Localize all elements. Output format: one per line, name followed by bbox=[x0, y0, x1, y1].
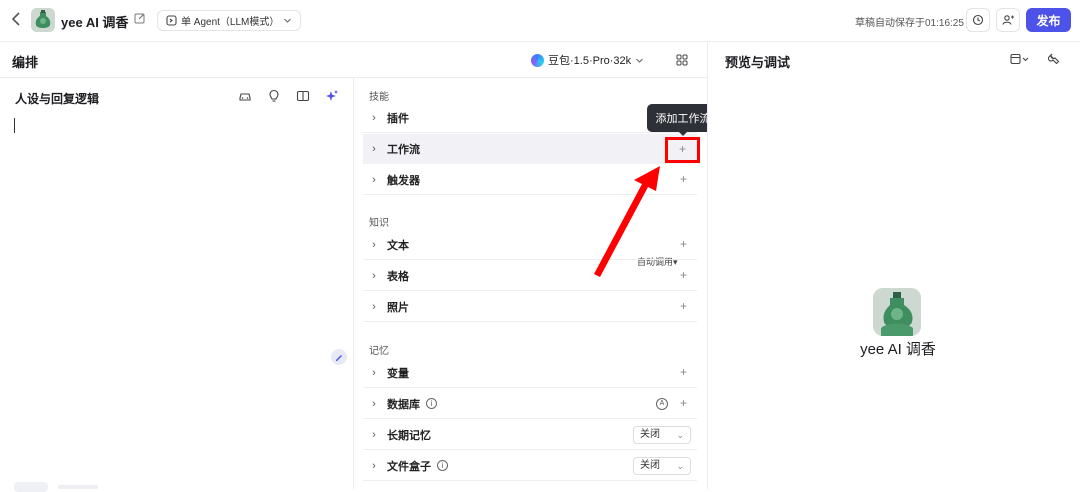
persona-title: 人设与回复逻辑 bbox=[15, 92, 100, 106]
plus-icon[interactable]: + bbox=[680, 172, 687, 186]
persona-panel: 人设与回复逻辑 bbox=[0, 78, 354, 492]
history-button[interactable] bbox=[966, 8, 990, 32]
publish-button[interactable]: 发布 bbox=[1026, 8, 1071, 32]
chevron-right-icon: › bbox=[372, 269, 376, 282]
plus-icon[interactable]: + bbox=[680, 268, 687, 282]
row-label: 文件盒子 bbox=[387, 460, 431, 473]
history-icon bbox=[972, 14, 984, 26]
agent-mode-label: 单 Agent（LLM模式） bbox=[181, 17, 280, 28]
edit-icon[interactable] bbox=[134, 12, 148, 26]
chevron-right-icon: › bbox=[372, 142, 376, 155]
filebox-select[interactable]: 关闭 ⌄ bbox=[633, 457, 691, 475]
text-cursor[interactable] bbox=[14, 118, 15, 133]
chevron-right-icon: › bbox=[372, 366, 376, 379]
row-label: 长期记忆 bbox=[387, 429, 431, 442]
footer-line bbox=[58, 485, 98, 489]
model-logo-icon bbox=[531, 53, 544, 67]
plus-icon[interactable]: + bbox=[680, 299, 687, 313]
preview-bot-avatar bbox=[873, 288, 921, 336]
preview-bot-name: yee AI 调香 bbox=[860, 341, 936, 358]
row-label: 触发器 bbox=[387, 174, 420, 187]
plus-icon[interactable]: + bbox=[680, 237, 687, 251]
calendar-icon[interactable] bbox=[1010, 53, 1030, 68]
add-workflow-plus-icon[interactable]: + bbox=[679, 142, 686, 156]
wrench-icon[interactable] bbox=[1047, 53, 1060, 68]
grid-icon[interactable] bbox=[676, 53, 688, 66]
knowledge-group-title: 知识 bbox=[369, 218, 389, 229]
row-label: 文本 bbox=[387, 239, 409, 252]
chevron-right-icon: › bbox=[372, 238, 376, 251]
memory-row-database[interactable]: › 数据库 i A + bbox=[363, 389, 697, 419]
row-label: 变量 bbox=[387, 367, 409, 380]
annotation-arrow bbox=[594, 166, 660, 277]
chevron-right-icon: › bbox=[372, 428, 376, 441]
skills-panel: 技能 › 插件 + › 工作流 › 触发器 + 知识 自动调用▾ › 文本 + … bbox=[354, 78, 707, 489]
plus-icon[interactable]: + bbox=[680, 365, 687, 379]
sparkle-icon[interactable] bbox=[325, 89, 339, 103]
model-label: 豆包·1.5·Pro·32k bbox=[548, 55, 632, 67]
chevron-right-icon: › bbox=[372, 397, 376, 410]
memory-row-filebox[interactable]: › 文件盒子 i 关闭 ⌄ bbox=[363, 451, 697, 481]
row-label: 插件 bbox=[387, 112, 409, 125]
chevron-right-icon: › bbox=[372, 300, 376, 313]
agent-icon bbox=[166, 15, 177, 26]
info-icon[interactable]: i bbox=[426, 398, 437, 409]
row-label: 数据库 bbox=[387, 398, 420, 411]
agent-mode-select[interactable]: 单 Agent（LLM模式） bbox=[157, 10, 302, 31]
model-select[interactable]: 豆包·1.5·Pro·32k bbox=[531, 52, 644, 68]
row-label: 照片 bbox=[387, 301, 409, 314]
auto-badge[interactable]: A bbox=[656, 398, 668, 410]
footer-pill bbox=[14, 482, 48, 492]
row-label: 表格 bbox=[387, 270, 409, 283]
persona-toolbar bbox=[238, 89, 339, 103]
row-label: 工作流 bbox=[387, 143, 420, 156]
longterm-memory-select[interactable]: 关闭 ⌄ bbox=[633, 426, 691, 444]
editor-title: 编排 bbox=[12, 55, 39, 70]
memory-row-variables[interactable]: › 变量 + bbox=[363, 358, 697, 388]
bot-avatar[interactable] bbox=[31, 8, 55, 32]
users-icon bbox=[1001, 15, 1014, 25]
knowledge-row-photo[interactable]: › 照片 + bbox=[363, 292, 697, 322]
chevron-down-icon bbox=[636, 58, 644, 63]
chevron-down-icon: ⌄ bbox=[676, 430, 684, 440]
preview-panel: 预览与调试 yee AI 调香 bbox=[707, 42, 1080, 489]
top-bar: yee AI 调香 单 Agent（LLM模式） 草稿自动保存于01:16:25… bbox=[0, 0, 1080, 42]
chevron-down-icon bbox=[284, 18, 292, 23]
plus-icon[interactable]: + bbox=[680, 396, 687, 410]
memory-row-longterm[interactable]: › 长期记忆 关闭 ⌄ bbox=[363, 420, 697, 450]
prompt-edit-icon[interactable] bbox=[331, 349, 347, 365]
bulb-icon[interactable] bbox=[267, 89, 281, 103]
autosave-status: 草稿自动保存于01:16:25 bbox=[855, 18, 964, 29]
editor-header: 编排 豆包·1.5·Pro·32k bbox=[0, 42, 707, 78]
select-value: 关闭 bbox=[640, 429, 660, 440]
chevron-down-icon: ⌄ bbox=[676, 461, 684, 471]
split-icon[interactable] bbox=[296, 89, 310, 103]
skills-group-title: 技能 bbox=[369, 92, 389, 103]
select-value: 关闭 bbox=[640, 460, 660, 471]
chevron-right-icon: › bbox=[372, 111, 376, 124]
bot-name: yee AI 调香 bbox=[61, 15, 129, 30]
car-icon[interactable] bbox=[238, 89, 252, 103]
tooltip-tail bbox=[678, 131, 688, 136]
collaborators-button[interactable] bbox=[996, 8, 1020, 32]
chevron-right-icon: › bbox=[372, 459, 376, 472]
chevron-right-icon: › bbox=[372, 173, 376, 186]
preview-title: 预览与调试 bbox=[725, 55, 791, 70]
back-icon[interactable] bbox=[10, 11, 26, 29]
memory-group-title: 记忆 bbox=[369, 346, 389, 357]
info-icon[interactable]: i bbox=[437, 460, 448, 471]
